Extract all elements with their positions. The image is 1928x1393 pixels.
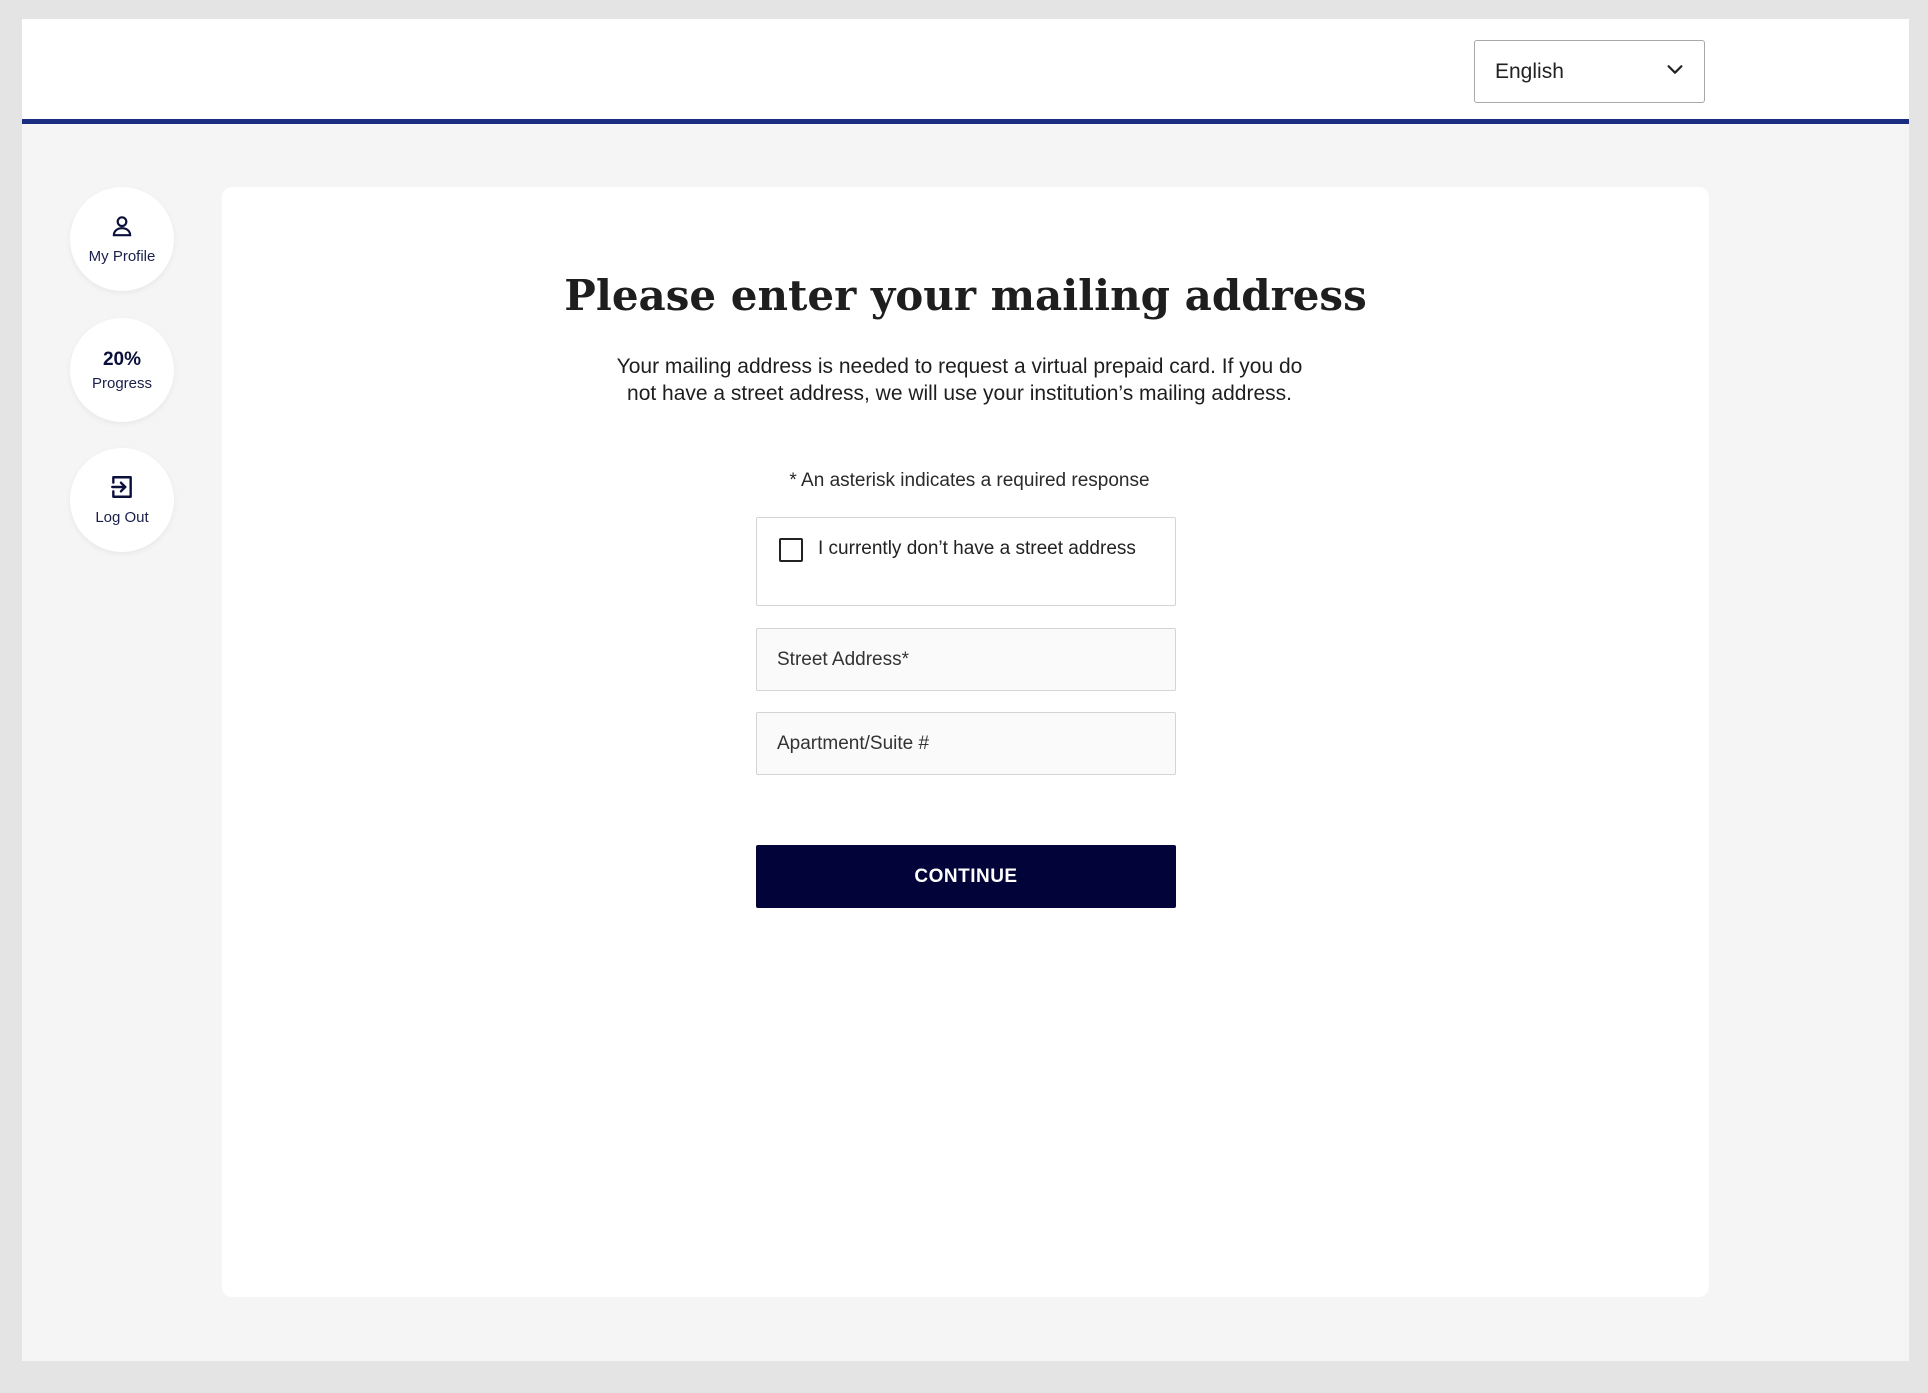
progress-label: Progress [91,374,153,392]
no-street-address-label: I currently don’t have a street address [818,538,1136,559]
apartment-suite-input[interactable] [756,712,1176,775]
language-select[interactable]: English [1474,40,1705,103]
street-address-input[interactable] [756,628,1176,691]
no-street-address-checkbox[interactable] [779,538,803,562]
mailing-address-card: Please enter your mailing address Your m… [222,187,1709,1297]
top-header: English [22,19,1909,124]
log-out-label: Log Out [95,509,149,526]
page-description: Your mailing address is needed to reques… [616,355,1303,405]
no-street-address-option[interactable]: I currently don’t have a street address [756,517,1176,606]
chevron-down-icon [1664,58,1686,86]
app-frame: English My Profile 20% Progress Log Out … [22,19,1909,1361]
page-title: Please enter your mailing address [564,271,1367,320]
progress-percent: 20% [102,348,142,370]
person-icon [109,213,135,244]
my-profile-label: My Profile [88,248,156,265]
my-profile-button[interactable]: My Profile [70,187,174,291]
language-selected-value: English [1495,59,1564,83]
log-out-button[interactable]: Log Out [70,448,174,552]
required-note: * An asterisk indicates a required respo… [789,470,1150,491]
progress-indicator: 20% Progress [70,318,174,422]
continue-button[interactable]: CONTINUE [756,845,1176,908]
logout-icon [109,474,135,505]
